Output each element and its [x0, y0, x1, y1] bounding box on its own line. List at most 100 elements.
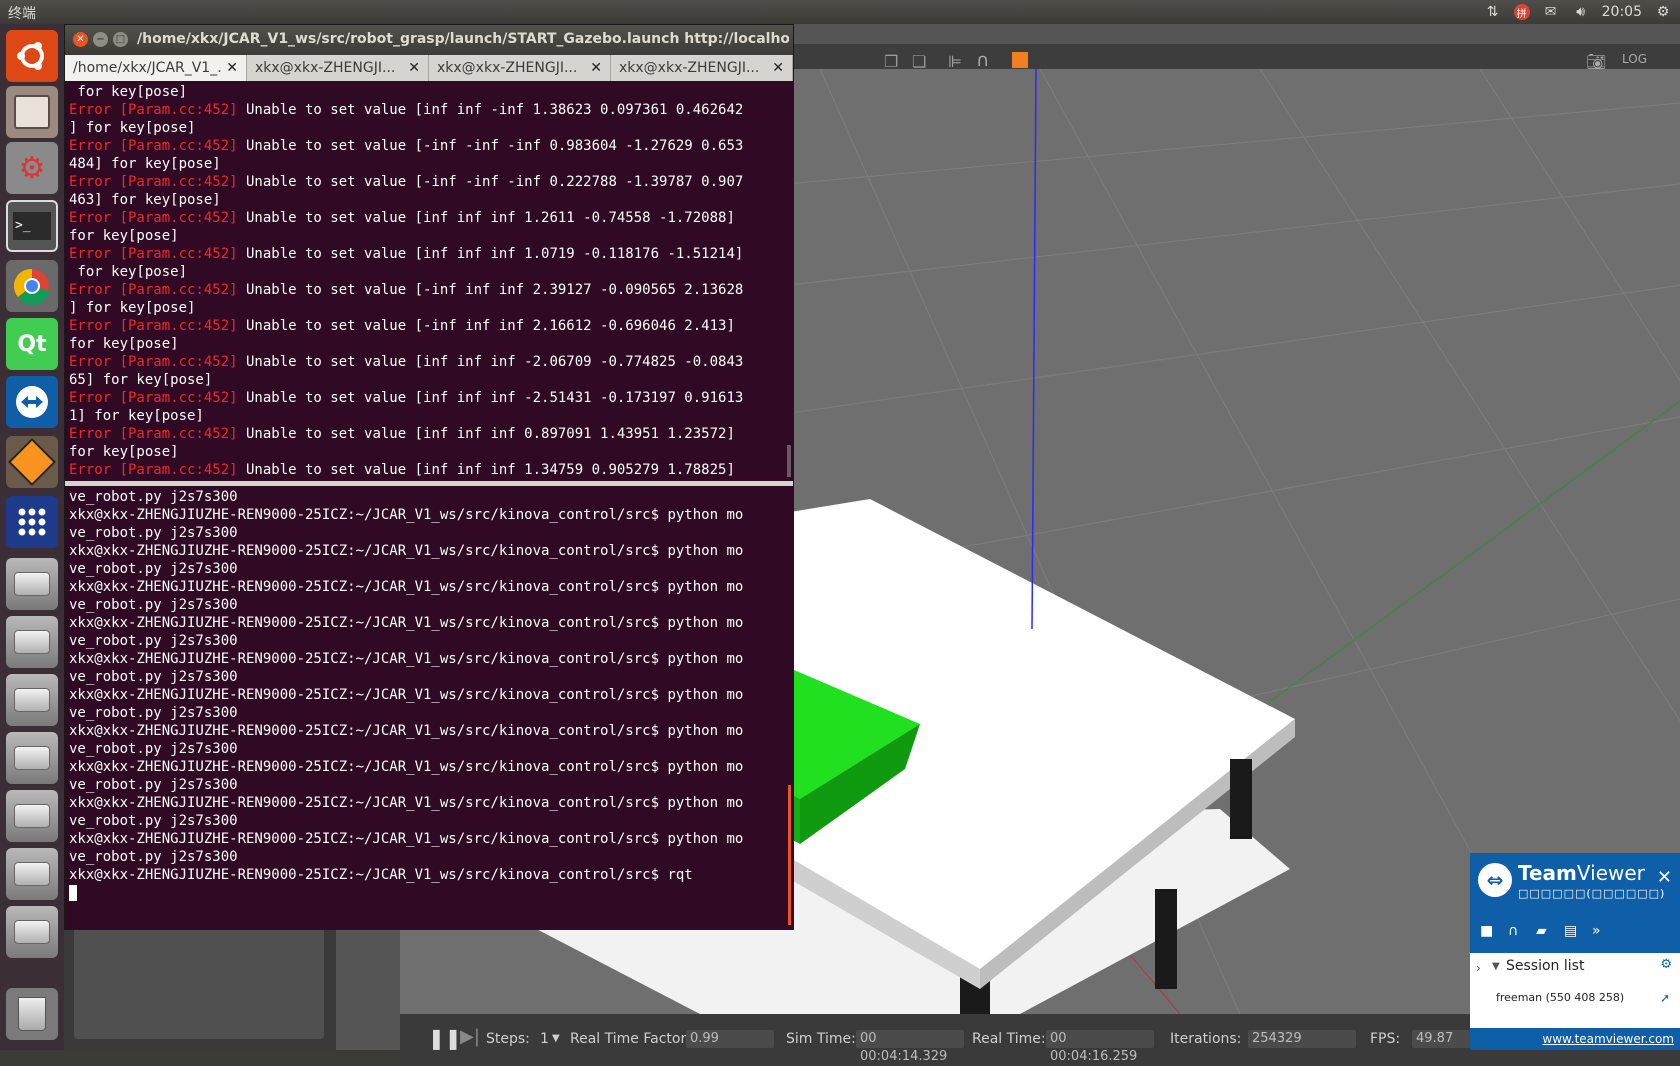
headset-icon[interactable]: ∩ [1508, 923, 1518, 939]
box-shape-icon[interactable] [1012, 52, 1028, 68]
gear-icon[interactable]: ⚙ [1654, 4, 1672, 20]
terminal-line: ve_robot.py j2s7s300 [69, 525, 238, 541]
more-icon[interactable]: » [1592, 923, 1601, 939]
line-text: Unable to set value [inf inf inf -2.5143… [237, 390, 744, 406]
terminal-line: xkx@xkx-ZHENGJIUZHE-REN9000-25ICZ:~/JCAR… [69, 723, 744, 739]
tab-close-icon[interactable]: ✕ [408, 55, 420, 81]
drive-icon[interactable] [6, 790, 58, 842]
terminal-tabs: /home/xkx/JCAR_V1_... ✕ xkx@xkx-ZHENGJI..… [65, 55, 793, 81]
line-text: Unable to set value [inf inf inf 1.0719 … [237, 246, 744, 262]
close-icon[interactable]: ✕ [1657, 867, 1672, 888]
tab-close-icon[interactable]: ✕ [226, 55, 238, 81]
chrome-icon[interactable] [6, 260, 58, 312]
drive-icon[interactable] [6, 732, 58, 784]
pause-icon[interactable]: ❚❚ [428, 1026, 462, 1050]
terminal-icon[interactable]: >_ [6, 200, 58, 252]
terminal-tab[interactable]: xkx@xkx-ZHENGJI... ✕ [429, 55, 611, 81]
line-text: Unable to set value [-inf inf inf 2.3912… [237, 282, 744, 298]
maximize-icon[interactable]: □ [113, 32, 128, 47]
input-method-icon[interactable]: 拼 [1513, 4, 1530, 20]
line-text: Unable to set value [-inf -inf -inf 0.98… [237, 138, 744, 154]
terminal-tab[interactable]: /home/xkx/JCAR_V1_... ✕ [65, 55, 247, 81]
mail-icon[interactable]: ✉ [1542, 4, 1560, 20]
files-icon[interactable] [6, 86, 58, 138]
line-text: Unable to set value [-inf inf inf 2.1661… [237, 318, 735, 334]
terminal-line: Error [Param.cc:452] Unable to set value… [69, 209, 787, 227]
terminal-line: ve_robot.py j2s7s300 [69, 669, 238, 685]
terminal-line: 65] for key[pose] [69, 371, 787, 389]
rtf-value: 0.99 [686, 1030, 774, 1048]
error-prefix: Error [Param.cc:452] [69, 210, 238, 226]
chevron-right-icon[interactable]: › [1476, 961, 1481, 975]
terminal-line: 463] for key[pose] [69, 191, 787, 209]
scrollbar[interactable] [787, 445, 791, 477]
teamviewer-link[interactable]: www.teamviewer.com [1470, 1028, 1680, 1050]
terminal-tab[interactable]: xkx@xkx-ZHENGJI... ✕ [247, 55, 429, 81]
terminal-line: 484] for key[pose] [69, 155, 787, 173]
terminal-line: xkx@xkx-ZHENGJIUZHE-REN9000-25ICZ:~/JCAR… [69, 867, 693, 883]
gear-icon[interactable]: ⚙ [1660, 957, 1672, 972]
top-panel: 终端 ⇅ 拼 ✉ 🔊︎ 20:05 ⚙ [0, 0, 1680, 24]
close-icon[interactable]: ✕ [73, 32, 88, 47]
qt-icon[interactable]: Qt [6, 318, 58, 370]
triangle-down-icon[interactable]: ▼ [1492, 961, 1500, 972]
volume-icon[interactable]: 🔊︎ [1572, 4, 1590, 20]
sim-time-value: 00 00:04:14.329 [856, 1030, 964, 1064]
steps-value[interactable]: 1 [540, 1030, 549, 1048]
video-icon[interactable]: ■ [1480, 923, 1493, 939]
file-icon[interactable]: ▤ [1564, 923, 1577, 939]
terminal-line: ve_robot.py j2s7s300 [69, 813, 238, 829]
pane-divider[interactable] [65, 481, 793, 486]
ubuntu-icon[interactable] [6, 30, 58, 82]
real-time-value: 00 00:04:16.259 [1046, 1030, 1154, 1064]
drive-icon[interactable] [6, 674, 58, 726]
session-list-label[interactable]: Session list [1506, 958, 1584, 974]
terminal-line: ] for key[pose] [69, 299, 787, 317]
terminal-line: xkx@xkx-ZHENGJIUZHE-REN9000-25ICZ:~/JCAR… [69, 831, 744, 847]
line-text: for key[pose] [69, 84, 188, 100]
terminal-titlebar[interactable]: ✕ − □ /home/xkx/JCAR_V1_ws/src/robot_gra… [65, 25, 793, 55]
line-text: 65] for key[pose] [69, 372, 213, 388]
drive-icon[interactable] [6, 848, 58, 900]
steps-label: Steps: [486, 1031, 530, 1047]
magnet-icon[interactable]: ∩ [976, 50, 989, 71]
network-icon[interactable]: ⇅ [1484, 4, 1502, 20]
terminal-window: ✕ − □ /home/xkx/JCAR_V1_ws/src/robot_gra… [64, 24, 794, 930]
trash-icon[interactable] [6, 988, 58, 1040]
teamviewer-icon[interactable] [6, 376, 58, 428]
iterations-label: Iterations: [1170, 1031, 1242, 1047]
terminal-line: xkx@xkx-ZHENGJIUZHE-REN9000-25ICZ:~/JCAR… [69, 507, 744, 523]
step-icon[interactable]: ▶| [460, 1026, 480, 1047]
line-text: Unable to set value [inf inf -inf 1.3862… [237, 102, 744, 118]
line-text: Unable to set value [inf inf inf 1.34759… [237, 462, 735, 478]
chat-icon[interactable]: ▰ [1536, 923, 1547, 939]
session-entry[interactable]: freeman (550 408 258) [1496, 991, 1624, 1004]
terminal-tab[interactable]: xkx@xkx-ZHENGJI... ✕ [611, 55, 793, 81]
drive-icon[interactable] [6, 906, 58, 958]
terminal-line: Error [Param.cc:452] Unable to set value… [69, 101, 787, 119]
terminal-line: Error [Param.cc:452] Unable to set value… [69, 425, 787, 443]
tab-close-icon[interactable]: ✕ [590, 55, 602, 81]
steps-dropdown-icon[interactable]: ▼ [552, 1030, 560, 1048]
terminal-line: xkx@xkx-ZHENGJIUZHE-REN9000-25ICZ:~/JCAR… [69, 543, 744, 559]
settings-icon[interactable]: ⚙ [6, 142, 58, 194]
virtualbox-icon[interactable] [6, 436, 58, 488]
cursor-icon[interactable]: ➚ [1660, 991, 1670, 1005]
terminal-line: Error [Param.cc:452] Unable to set value… [69, 461, 787, 479]
drive-icon[interactable] [6, 558, 58, 610]
fps-label: FPS: [1370, 1031, 1401, 1047]
terminal-title: /home/xkx/JCAR_V1_ws/src/robot_grasp/lau… [137, 31, 789, 47]
scrollbar[interactable] [788, 785, 791, 925]
apps-icon[interactable] [6, 496, 58, 548]
terminal-output-pane-top[interactable]: for key[pose] Error [Param.cc:452] Unable… [69, 83, 787, 479]
real-time-label: Real Time: [972, 1031, 1046, 1047]
line-text: 463] for key[pose] [69, 192, 221, 208]
tab-close-icon[interactable]: ✕ [772, 55, 784, 81]
minimize-icon[interactable]: − [93, 32, 108, 47]
terminal-output-pane-bottom[interactable]: ve_robot.py j2s7s300 xkx@xkx-ZHENGJIUZHE-… [69, 488, 787, 928]
line-text: ] for key[pose] [69, 120, 196, 136]
drive-icon[interactable] [6, 616, 58, 668]
log-icon[interactable]: LOG [1622, 52, 1647, 66]
clock[interactable]: 20:05 [1602, 4, 1642, 20]
terminal-line: Error [Param.cc:452] Unable to set value… [69, 317, 787, 335]
